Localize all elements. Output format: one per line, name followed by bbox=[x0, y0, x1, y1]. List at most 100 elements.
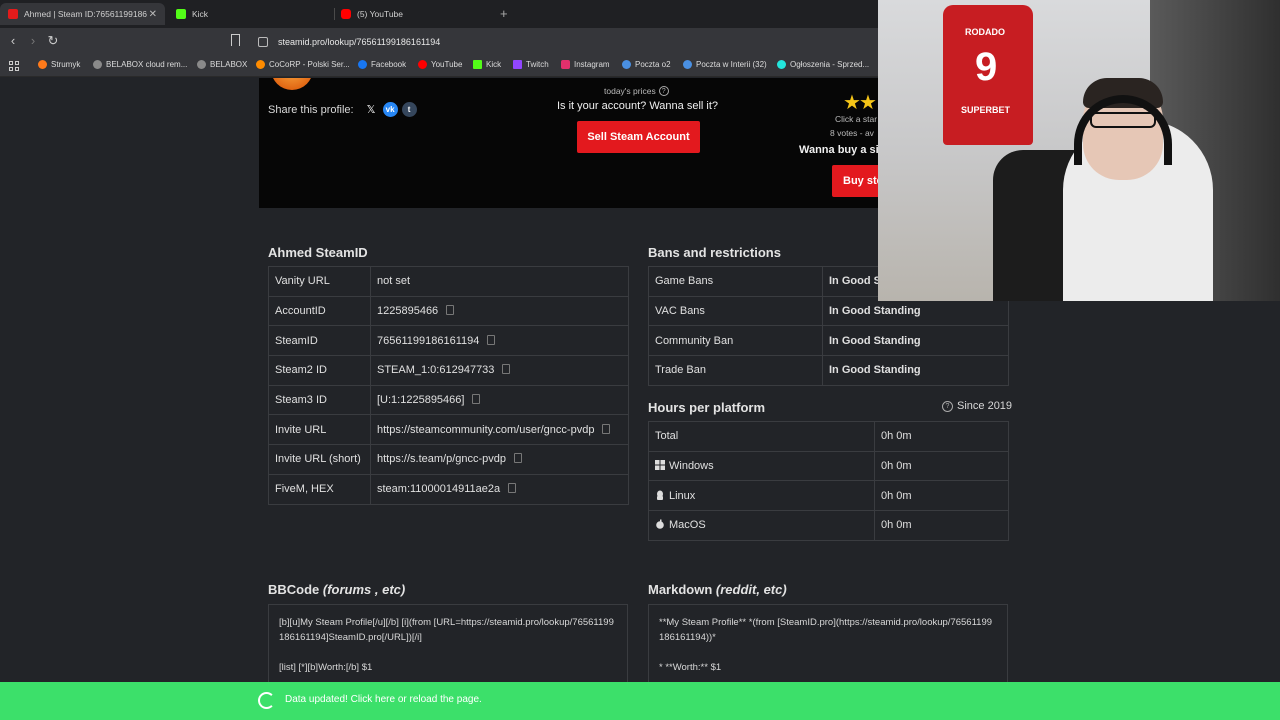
bbcode-textbox[interactable]: [b][u]My Steam Profile[/u][/b] [i](from … bbox=[268, 604, 628, 694]
since-label: ? Since 2019 bbox=[942, 400, 1012, 412]
markdown-textbox[interactable]: **My Steam Profile** *(from [SteamID.pro… bbox=[648, 604, 1008, 694]
copy-icon[interactable] bbox=[602, 423, 611, 434]
row-label: Invite URL (short) bbox=[268, 444, 371, 475]
close-tab-icon[interactable]: ✕ bbox=[149, 9, 157, 20]
tab-steamid[interactable]: Ahmed | Steam ID:76561199186 ✕ bbox=[0, 3, 165, 25]
jersey-sponsor: SUPERBET bbox=[961, 105, 1011, 115]
rating-votes: 8 votes - av bbox=[830, 128, 874, 138]
bookmark-item[interactable]: Poczta o2 bbox=[622, 60, 671, 69]
steamid-section-title: Ahmed SteamID bbox=[268, 245, 368, 260]
address-bar[interactable]: steamid.pro/lookup/76561199186161194 bbox=[250, 31, 890, 52]
platform-cell: Windows bbox=[648, 450, 875, 482]
bookmark-item[interactable]: BELABOX bbox=[197, 60, 247, 69]
forward-icon[interactable]: › bbox=[25, 33, 41, 49]
row-value-cell: https://steamcommunity.com/user/gncc-pvd… bbox=[370, 414, 629, 446]
steamid-table: Vanity URL not set AccountID 1225895466 Stea… bbox=[268, 266, 629, 505]
hours-row: Total 0h 0m bbox=[648, 421, 1009, 452]
bookmark-label: CoCoRP - Polski Ser... bbox=[269, 60, 350, 69]
tab-youtube[interactable]: (5) YouTube bbox=[333, 3, 498, 25]
bookmark-label: Poczta w Interii (32) bbox=[696, 60, 767, 69]
row-value: 1225895466 bbox=[377, 305, 439, 318]
apps-grid-icon[interactable] bbox=[9, 61, 19, 71]
markdown-title-suffix: (reddit, etc) bbox=[712, 582, 787, 597]
row-value-cell: STEAM_1:0:612947733 bbox=[370, 355, 629, 386]
row-value-cell: [U:1:1225895466] bbox=[370, 384, 629, 416]
bookmark-item[interactable]: Facebook bbox=[358, 60, 406, 69]
bbcode-title: BBCode bbox=[268, 582, 320, 597]
back-icon[interactable]: ‹ bbox=[5, 33, 21, 49]
row-label: Trade Ban bbox=[648, 355, 823, 386]
star-icon[interactable]: ★ bbox=[859, 92, 877, 114]
copy-icon[interactable] bbox=[446, 305, 455, 316]
reload-icon[interactable]: ↻ bbox=[45, 33, 61, 49]
since-text: Since 2019 bbox=[957, 400, 1013, 412]
hours-value: 0h 0m bbox=[874, 510, 1009, 541]
twitch-icon bbox=[513, 60, 522, 69]
bookmark-item[interactable]: Poczta w Interii (32) bbox=[683, 60, 767, 69]
x-share-icon[interactable]: 𝕏 bbox=[364, 102, 379, 117]
row-value: https://steamcommunity.com/user/gncc-pvd… bbox=[377, 423, 595, 436]
ban-row: Trade Ban In Good Standing bbox=[648, 355, 1009, 386]
bookmark-item[interactable]: BELABOX cloud rem... bbox=[93, 60, 187, 69]
tab-title: (5) YouTube bbox=[357, 9, 403, 19]
bookmark-item[interactable]: YouTube bbox=[418, 60, 462, 69]
star-icon[interactable]: ★ bbox=[843, 92, 861, 114]
rating-stars[interactable]: ★★ bbox=[843, 90, 877, 115]
new-tab-icon[interactable]: + bbox=[500, 6, 508, 21]
tumblr-share-icon[interactable]: t bbox=[401, 102, 417, 117]
row-value: [U:1:1225895466] bbox=[377, 394, 465, 407]
vk-share-icon[interactable]: vk bbox=[382, 102, 398, 117]
bookmark-label: BELABOX bbox=[210, 60, 248, 69]
hours-row: Windows 0h 0m bbox=[648, 450, 1009, 482]
tab-kick[interactable]: Kick bbox=[168, 3, 333, 25]
share-profile: Share this profile: 𝕏 vk t bbox=[268, 102, 417, 117]
bookmark-item[interactable]: Strumyk bbox=[38, 60, 80, 69]
bookmark-item[interactable]: Instagram bbox=[561, 60, 610, 69]
ban-status: In Good Standing bbox=[822, 325, 1009, 357]
jersey-name: RODADO bbox=[965, 27, 1005, 37]
site-info-icon[interactable] bbox=[258, 36, 268, 47]
bookmark-item[interactable]: Ogłoszenia - Sprzed... bbox=[777, 60, 869, 69]
webcam-jersey: RODADO 9 SUPERBET bbox=[943, 5, 1033, 145]
copy-icon[interactable] bbox=[514, 453, 523, 464]
row-label: SteamID bbox=[268, 325, 371, 357]
help-icon[interactable]: ? bbox=[942, 400, 953, 412]
row-label: Community Ban bbox=[648, 325, 823, 357]
help-icon[interactable]: ? bbox=[658, 86, 669, 96]
copy-icon[interactable] bbox=[508, 483, 517, 494]
youtube-icon bbox=[418, 60, 427, 69]
linux-icon bbox=[655, 490, 669, 502]
url-text: steamid.pro/lookup/76561199186161194 bbox=[278, 36, 441, 47]
copy-icon[interactable] bbox=[502, 364, 511, 375]
copy-icon[interactable] bbox=[472, 394, 481, 405]
platform-cell: Total bbox=[648, 421, 875, 452]
steamid-row: AccountID 1225895466 bbox=[268, 295, 629, 327]
data-updated-banner[interactable]: Data updated! Click here or reload the p… bbox=[0, 682, 1280, 720]
row-value-cell: https://s.team/p/gncc-pvdp bbox=[370, 444, 629, 475]
bookmark-item[interactable]: CoCoRP - Polski Ser... bbox=[256, 60, 350, 69]
kick-icon bbox=[473, 60, 482, 69]
ban-row: Community Ban In Good Standing bbox=[648, 325, 1009, 357]
platform-label: Total bbox=[655, 430, 679, 443]
platform-label: Linux bbox=[669, 489, 696, 502]
instagram-icon bbox=[561, 60, 570, 69]
bookmark-icon bbox=[38, 60, 47, 69]
hours-table: Total 0h 0m Windows 0h 0m Linux 0h 0m MacOS 0h … bbox=[648, 421, 1009, 541]
youtube-favicon-icon bbox=[341, 9, 351, 19]
platform-cell: MacOS bbox=[648, 510, 875, 541]
platform-label: Windows bbox=[669, 460, 714, 473]
bookmark-item[interactable]: Kick bbox=[473, 60, 501, 69]
apple-icon bbox=[655, 519, 669, 531]
hours-value: 0h 0m bbox=[874, 421, 1009, 452]
sell-account-button[interactable]: Sell Steam Account bbox=[577, 121, 700, 153]
copy-icon[interactable] bbox=[487, 334, 496, 345]
bookmark-star-icon[interactable] bbox=[231, 34, 240, 46]
bans-section-title: Bans and restrictions bbox=[648, 245, 781, 260]
bookmark-label: Ogłoszenia - Sprzed... bbox=[790, 60, 870, 69]
bookmark-label: Strumyk bbox=[51, 60, 81, 69]
steamid-row: SteamID 76561199186161194 bbox=[268, 325, 629, 357]
bbcode-title-suffix: (forums , etc) bbox=[319, 582, 406, 597]
sell-question: Is it your account? Wanna sell it? bbox=[557, 100, 719, 112]
bookmark-item[interactable]: Twitch bbox=[513, 60, 549, 69]
bookmark-icon bbox=[93, 60, 102, 69]
